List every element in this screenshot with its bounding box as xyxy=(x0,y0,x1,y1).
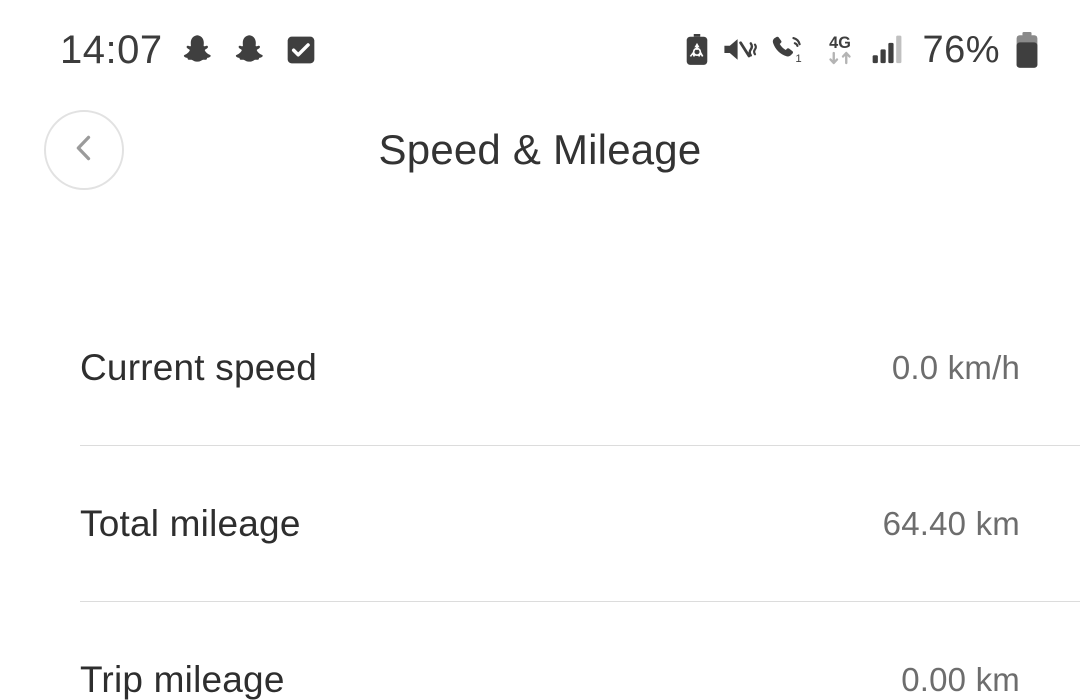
list-item-label: Total mileage xyxy=(80,502,301,544)
list-item-value: 64.40 km xyxy=(882,504,1020,542)
signal-bars-icon xyxy=(872,35,906,65)
status-bar: 14:07 1 4G 76% xyxy=(0,0,1080,100)
snapchat-ghost-icon xyxy=(181,33,215,67)
svg-text:1: 1 xyxy=(796,53,802,65)
call-active-icon: 1 xyxy=(770,34,808,66)
list-item-value: 0.0 km/h xyxy=(891,348,1020,386)
list-item[interactable]: Total mileage 64.40 km xyxy=(0,446,1080,601)
list-item-value: 0.00 km xyxy=(901,660,1020,698)
list-item-label: Trip mileage xyxy=(80,658,285,700)
checkbox-checked-icon xyxy=(285,34,317,66)
mute-vibrate-icon xyxy=(722,35,758,65)
network-4g-icon: 4G xyxy=(820,33,860,67)
snapchat-ghost-icon xyxy=(233,33,267,67)
battery-icon xyxy=(1014,32,1040,68)
list-item-label: Current speed xyxy=(80,346,318,388)
battery-saver-icon xyxy=(684,34,710,66)
battery-percentage: 76% xyxy=(922,29,1000,71)
status-bar-right: 1 4G 76% xyxy=(684,31,1040,69)
status-bar-clock: 14:07 xyxy=(60,28,163,72)
status-bar-left: 14:07 xyxy=(60,30,317,70)
list-item[interactable]: Trip mileage 0.00 km xyxy=(0,602,1080,700)
page-header: Speed & Mileage xyxy=(0,100,1080,212)
svg-text:4G: 4G xyxy=(830,34,852,52)
list-item[interactable]: Current speed 0.0 km/h xyxy=(0,290,1080,445)
page-title: Speed & Mileage xyxy=(378,126,702,173)
settings-list: Current speed 0.0 km/h Total mileage 64.… xyxy=(0,290,1080,700)
